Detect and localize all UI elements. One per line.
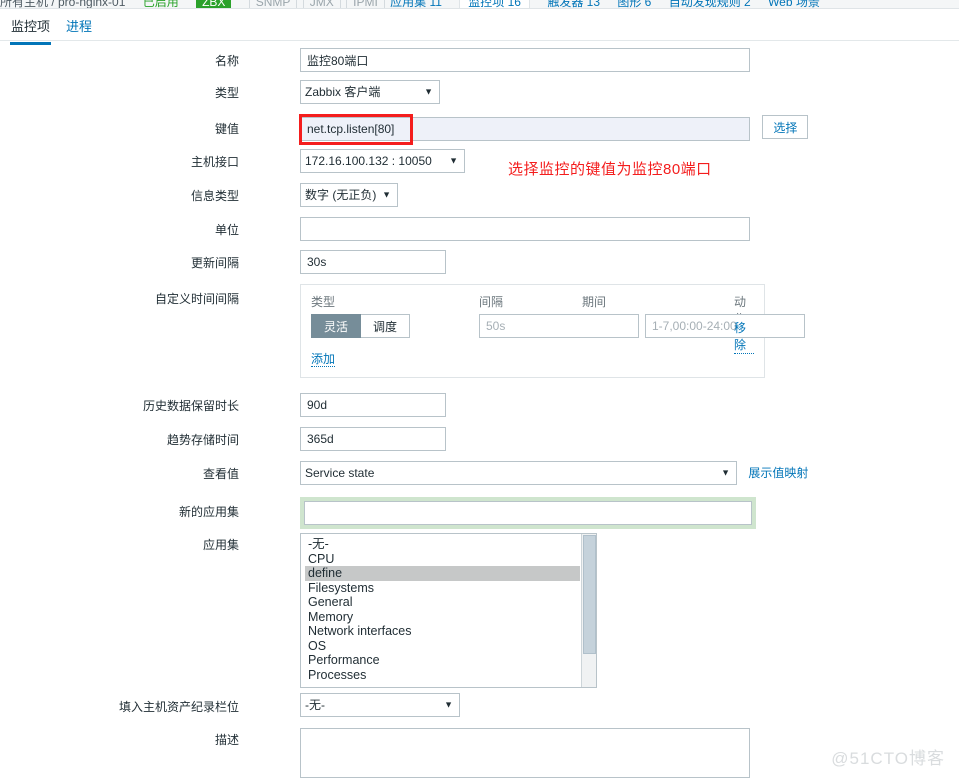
host-interface-select-wrapper: 172.16.100.132 : 10050 ▼ [300, 149, 465, 173]
row-history: 历史数据保留时长 [0, 393, 959, 427]
menu-item-snmp[interactable]: SNMP [248, 0, 298, 8]
list-item[interactable]: Filesystems [305, 581, 580, 596]
add-interval-wrap: 添加 [307, 350, 754, 367]
custom-intervals-panel: 类型 间隔 期间 动作 灵活 调度 移除 添加 [300, 284, 805, 378]
label-description: 描述 [214, 733, 239, 747]
label-application-set: 应用集 [202, 538, 239, 552]
new-application-focus-ring [300, 497, 756, 529]
row-name: 名称 [0, 48, 959, 80]
row-host-interface: 主机接口 172.16.100.132 : 10050 ▼ [0, 149, 959, 183]
listbox-scrollbar[interactable] [581, 534, 596, 687]
row-key: 键值 选择 [0, 114, 959, 149]
menu-item-ipmi[interactable]: IPMI [346, 0, 385, 8]
trends-input[interactable] [300, 427, 446, 451]
interval-value-input[interactable] [479, 314, 639, 338]
row-description: 描述 [0, 728, 959, 778]
menu-item-discovery-rules[interactable]: 自动发现规则 2 [669, 0, 751, 8]
list-item[interactable]: General [305, 595, 580, 610]
watermark: @51CTO博客 [831, 749, 945, 768]
host-interface-select[interactable]: 172.16.100.132 : 10050 [300, 149, 465, 173]
value-map-select[interactable]: Service state [300, 461, 737, 485]
row-info-type: 信息类型 数字 (无正负) ▼ [0, 183, 959, 217]
tab-bar: 监控项 进程 [0, 9, 959, 45]
row-type: 类型 Zabbix 客户端 ▼ [0, 80, 959, 114]
inventory-field-select-wrapper: -无- ▼ [300, 693, 460, 717]
label-unit: 单位 [214, 223, 239, 237]
menu-item-graphs[interactable]: 图形 6 [617, 0, 651, 8]
list-item[interactable]: -无- [305, 537, 580, 552]
label-update-interval: 更新间隔 [190, 256, 239, 270]
host-context-menubar: 所有主机 / pro-nginx-01 已启用 ZBX SNMP JMX IPM… [0, 0, 959, 9]
label-value-map: 查看值 [202, 467, 239, 481]
select-key-button[interactable]: 选择 [762, 115, 809, 139]
interval-type-toggle[interactable]: 灵活 调度 [311, 314, 411, 338]
value-map-select-wrapper: Service state ▼ [300, 461, 737, 485]
interval-period-input[interactable] [645, 314, 805, 338]
label-history: 历史数据保留时长 [142, 399, 239, 413]
application-set-options: -无- CPU define Filesystems General Memor… [301, 534, 580, 682]
list-item-selected[interactable]: define [305, 566, 580, 581]
remove-interval-link[interactable]: 移除 [734, 319, 754, 354]
tab-process[interactable]: 进程 [65, 14, 93, 42]
host-context-menu-items[interactable]: 所有主机 / pro-nginx-01 已启用 ZBX SNMP JMX IPM… [0, 0, 834, 8]
new-application-input[interactable] [304, 501, 752, 525]
menu-item-enabled[interactable]: 已启用 [143, 0, 179, 8]
update-interval-input[interactable] [300, 250, 446, 274]
type-select[interactable]: Zabbix 客户端 [300, 80, 440, 104]
row-inventory-field: 填入主机资产纪录栏位 -无- ▼ [0, 693, 959, 728]
label-new-application: 新的应用集 [178, 505, 239, 519]
type-select-wrapper: Zabbix 客户端 ▼ [300, 80, 440, 104]
list-item[interactable]: OS [305, 639, 580, 654]
label-key: 键值 [214, 122, 239, 136]
menu-item-web-scenarios[interactable]: Web 场景 [768, 0, 820, 8]
menu-item-triggers[interactable]: 触发器 13 [547, 0, 600, 8]
row-new-application: 新的应用集 [0, 495, 959, 533]
list-item[interactable]: Network interfaces [305, 624, 580, 639]
tab-item[interactable]: 监控项 [10, 14, 52, 45]
interval-type-flexible[interactable]: 灵活 [311, 314, 362, 338]
inventory-field-select[interactable]: -无- [300, 693, 460, 717]
list-item[interactable]: Memory [305, 610, 580, 625]
label-inventory-field: 填入主机资产纪录栏位 [118, 700, 239, 714]
name-input[interactable] [300, 48, 750, 72]
history-input[interactable] [300, 393, 446, 417]
label-type: 类型 [214, 86, 239, 100]
row-value-map: 查看值 Service state ▼ 展示值映射 [0, 461, 959, 495]
label-host-interface: 主机接口 [190, 155, 239, 169]
row-trends: 趋势存储时间 [0, 427, 959, 461]
key-input[interactable] [300, 116, 750, 141]
row-application-set: 应用集 -无- CPU define Filesystems General M… [0, 533, 959, 693]
custom-intervals-header: 类型 间隔 期间 动作 [307, 293, 754, 326]
col-header-period: 期间 [582, 295, 607, 309]
application-set-listbox[interactable]: -无- CPU define Filesystems General Memor… [300, 533, 597, 688]
list-item[interactable]: Performance [305, 653, 580, 668]
description-textarea[interactable] [300, 728, 750, 778]
col-header-interval: 间隔 [479, 295, 504, 309]
list-item[interactable]: CPU [305, 552, 580, 567]
unit-input[interactable] [300, 217, 750, 241]
row-custom-intervals: 自定义时间间隔 类型 间隔 期间 动作 灵活 调度 移除 添加 [0, 284, 959, 379]
item-configuration-form: 名称 类型 Zabbix 客户端 ▼ 键值 选择 选择监控的键值为监控80端口 … [0, 48, 959, 778]
interval-type-scheduling[interactable]: 调度 [361, 314, 411, 338]
label-info-type: 信息类型 [190, 189, 239, 203]
col-header-type: 类型 [311, 295, 336, 309]
label-name: 名称 [214, 54, 239, 68]
menu-item-items[interactable]: 监控项 16 [459, 0, 530, 8]
listbox-scrollbar-thumb[interactable] [583, 535, 596, 655]
menu-item-applications[interactable]: 应用集 11 [390, 0, 442, 8]
list-item[interactable]: Processes [305, 668, 580, 683]
menu-item-zbx[interactable]: ZBX [196, 0, 232, 8]
row-unit: 单位 [0, 217, 959, 250]
label-custom-intervals: 自定义时间间隔 [154, 292, 239, 306]
label-trends: 趋势存储时间 [166, 433, 239, 447]
custom-interval-row: 灵活 调度 移除 [307, 314, 805, 354]
info-type-select-wrapper: 数字 (无正负) ▼ [300, 183, 398, 207]
menu-item-host-path[interactable]: 所有主机 / pro-nginx-01 [0, 0, 125, 8]
add-interval-link[interactable]: 添加 [311, 352, 336, 367]
menu-item-jmx[interactable]: JMX [302, 0, 341, 8]
info-type-select[interactable]: 数字 (无正负) [300, 183, 398, 207]
row-update-interval: 更新间隔 [0, 250, 959, 284]
show-value-mappings-link[interactable]: 展示值映射 [748, 466, 808, 480]
